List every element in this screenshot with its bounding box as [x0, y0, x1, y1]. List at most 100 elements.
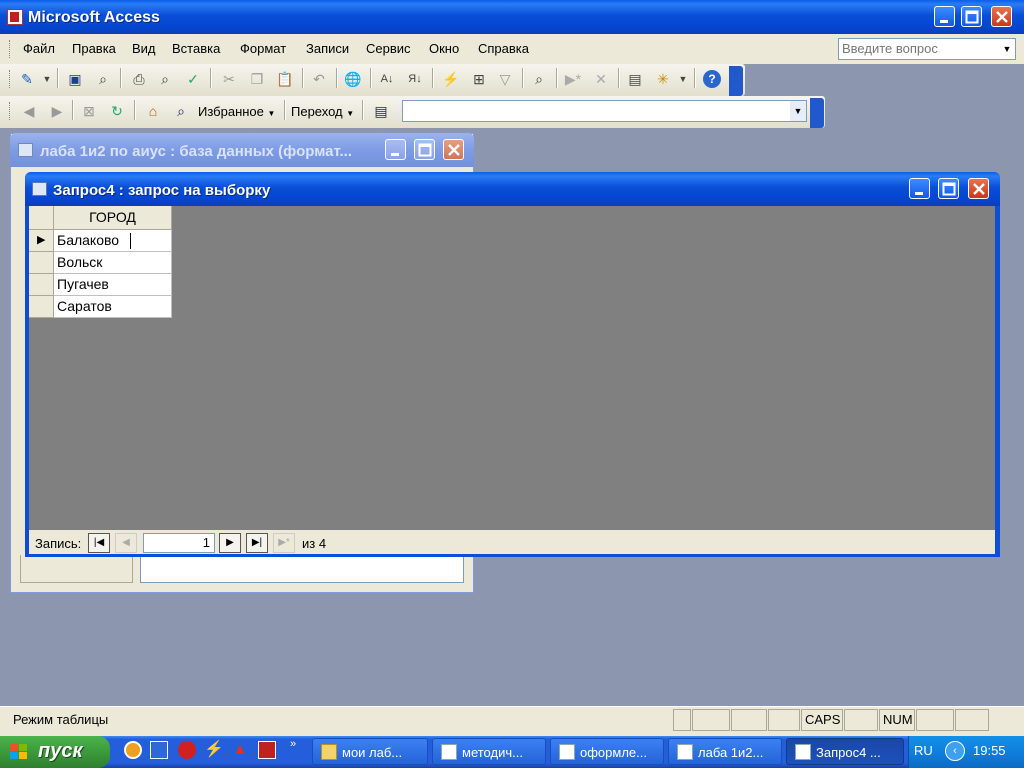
stop-icon[interactable]: ⊠ — [80, 102, 98, 120]
first-record-button[interactable]: |◀ — [88, 533, 110, 553]
home-icon[interactable]: ⌂ — [144, 102, 162, 120]
select-all-cell[interactable] — [29, 206, 54, 230]
language-indicator[interactable]: RU — [914, 743, 933, 758]
table-cell[interactable]: Пугачев — [54, 274, 172, 296]
toolbar-grip[interactable] — [9, 70, 13, 88]
help-icon[interactable]: ? — [703, 70, 721, 88]
menu-tools[interactable]: Сервис — [366, 41, 411, 56]
menu-edit[interactable]: Правка — [72, 41, 116, 56]
first-record-icon: |◀ — [93, 537, 105, 548]
forward-icon[interactable]: ▶ — [48, 102, 66, 120]
chevron-down-icon[interactable]: ▼ — [999, 39, 1015, 59]
app-maximize-button[interactable] — [961, 6, 982, 27]
query-close-button[interactable] — [968, 178, 989, 199]
query-maximize-button[interactable] — [938, 178, 959, 199]
start-button[interactable]: пуск — [0, 736, 110, 768]
database-close-button[interactable] — [443, 139, 464, 160]
design-view-icon[interactable]: ✎ — [18, 70, 36, 88]
new-record-button[interactable]: ▶* — [273, 533, 295, 553]
record-number-input[interactable]: 1 — [143, 533, 215, 553]
previous-record-button[interactable]: ◀ — [115, 533, 137, 553]
app-minimize-button[interactable] — [934, 6, 955, 27]
filter-by-selection-icon[interactable]: ⚡ — [442, 70, 460, 88]
copy-icon[interactable]: ❐ — [248, 70, 266, 88]
menu-file[interactable]: Файл — [23, 41, 55, 56]
media-player-icon[interactable] — [124, 741, 142, 759]
row-selector[interactable] — [29, 296, 54, 318]
search-web-icon[interactable]: ⌕ — [172, 102, 190, 120]
row-selector[interactable] — [29, 274, 54, 296]
query-minimize-button[interactable] — [909, 178, 930, 199]
print-preview-icon[interactable]: ⌕ — [156, 70, 174, 88]
taskbar-button-word-1[interactable]: методич... — [432, 738, 546, 765]
cut-icon[interactable]: ✂ — [220, 70, 238, 88]
row-selector-current[interactable]: ▶ — [29, 230, 54, 252]
menu-grip[interactable] — [9, 40, 13, 58]
row-selector[interactable] — [29, 252, 54, 274]
chevron-down-icon[interactable]: ▼ — [42, 70, 52, 88]
new-object-icon[interactable]: ✳ — [654, 70, 672, 88]
database-maximize-button[interactable] — [414, 139, 435, 160]
quick-launch-more-icon[interactable]: » — [290, 738, 296, 750]
apply-filter-icon[interactable]: ▽ — [496, 70, 514, 88]
query-window-title-bar[interactable]: Запрос4 : запрос на выборку — [25, 172, 1000, 206]
print-icon[interactable]: ⎙ — [130, 70, 148, 88]
opera-icon[interactable] — [178, 741, 196, 759]
paste-icon[interactable]: 📋 — [276, 70, 294, 88]
query-window-title: Запрос4 : запрос на выборку — [53, 182, 271, 199]
access-app-icon[interactable] — [7, 9, 23, 25]
taskbar-button-folder[interactable]: мои лаб... — [312, 738, 428, 765]
menu-view[interactable]: Вид — [132, 41, 156, 56]
menu-insert[interactable]: Вставка — [172, 41, 220, 56]
file-search-icon[interactable]: ⌕ — [94, 70, 112, 88]
tray-expand-icon[interactable]: ‹ — [945, 741, 965, 761]
menu-window[interactable]: Окно — [429, 41, 459, 56]
database-minimize-button[interactable] — [385, 139, 406, 160]
show-web-toolbar-icon[interactable]: ▤ — [372, 102, 390, 120]
app-launcher-icon[interactable] — [258, 741, 276, 759]
last-record-button[interactable]: ▶| — [246, 533, 268, 553]
filter-by-form-icon[interactable]: ⊞ — [470, 70, 488, 88]
toolbar-options-icon[interactable] — [729, 66, 743, 96]
go-menu[interactable]: Переход ▼ — [291, 104, 354, 119]
new-record-icon[interactable]: ▶* — [564, 70, 582, 88]
database-window-icon[interactable]: ▤ — [626, 70, 644, 88]
find-icon[interactable]: ⌕ — [530, 70, 548, 88]
toolbar-grip[interactable] — [9, 102, 13, 120]
datasheet-area — [29, 206, 995, 530]
refresh-icon[interactable]: ↻ — [108, 102, 126, 120]
chevron-down-icon[interactable]: ▼ — [790, 101, 806, 121]
toolbar-options-icon[interactable] — [810, 98, 824, 128]
menu-records[interactable]: Записи — [306, 41, 349, 56]
query-icon — [795, 744, 811, 760]
sort-ascending-icon[interactable]: A↓ — [378, 70, 396, 88]
spelling-icon[interactable]: ✓ — [184, 70, 202, 88]
table-cell[interactable]: Вольск — [54, 252, 172, 274]
menu-help[interactable]: Справка — [478, 41, 529, 56]
table-cell[interactable]: Балаково — [54, 230, 172, 252]
hyperlink-icon[interactable]: 🌐 — [344, 70, 362, 88]
chevron-down-icon[interactable]: ▼ — [678, 70, 688, 88]
column-header-city[interactable]: ГОРОД — [54, 206, 172, 230]
acrobat-icon[interactable]: ▲ — [232, 741, 250, 759]
menu-format[interactable]: Формат — [240, 41, 286, 56]
sort-descending-icon[interactable]: Я↓ — [406, 70, 424, 88]
new-record-icon: ▶* — [278, 537, 290, 548]
help-question-box[interactable]: Введите вопрос ▼ — [838, 38, 1016, 60]
show-desktop-icon[interactable] — [150, 741, 168, 759]
taskbar-button-database[interactable]: лаба 1и2... — [668, 738, 782, 765]
database-window-title-bar[interactable]: лаба 1и2 по аиус : база данных (формат..… — [10, 133, 474, 167]
back-icon[interactable]: ◀ — [20, 102, 38, 120]
lightning-icon[interactable]: ⚡ — [204, 741, 224, 759]
app-close-button[interactable] — [991, 6, 1012, 27]
taskbar-button-query[interactable]: Запрос4 ... — [786, 738, 904, 765]
taskbar-button-word-2[interactable]: оформле... — [550, 738, 664, 765]
num-indicator: NUM — [879, 709, 915, 731]
save-icon[interactable]: ▣ — [66, 70, 84, 88]
delete-record-icon[interactable]: ✕ — [592, 70, 610, 88]
favorites-menu[interactable]: Избранное ▼ — [198, 104, 275, 119]
undo-icon[interactable]: ↶ — [310, 70, 328, 88]
address-field[interactable]: ▼ — [402, 100, 807, 122]
next-record-button[interactable]: ▶ — [219, 533, 241, 553]
table-cell[interactable]: Саратов — [54, 296, 172, 318]
